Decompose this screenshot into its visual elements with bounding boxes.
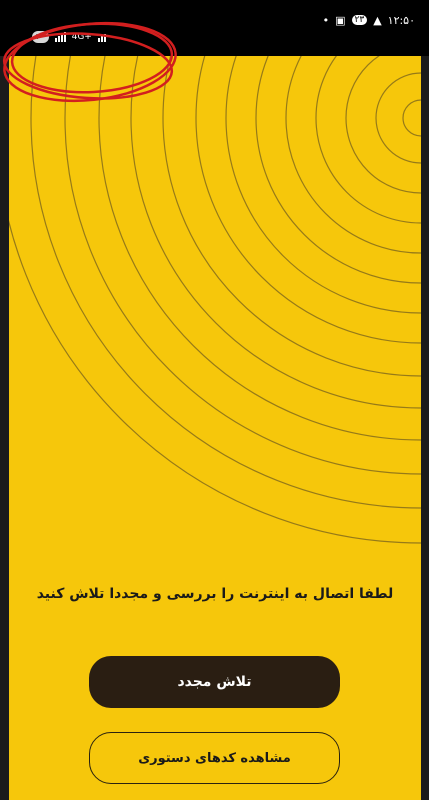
ripple-ring <box>345 56 421 194</box>
ripple-ring <box>315 56 421 224</box>
ripple-ring <box>9 219 421 544</box>
notification-badge: ۲۳ <box>351 15 368 25</box>
signal-icon <box>54 32 66 42</box>
battery-percent: ۲۰ <box>36 32 45 41</box>
status-left-icons: ۲۰ 4G+ <box>32 29 106 45</box>
ripple-ring <box>402 99 421 137</box>
clock: ۱۲:۵۰ <box>387 13 415 27</box>
status-bar: ۲۰ 4G+ • ▣ ۲۳ ▲ ۱۲:۵۰ <box>0 0 429 56</box>
ripple-ring <box>225 56 421 314</box>
ripple-ring <box>375 72 421 164</box>
view-ussd-codes-button[interactable]: مشاهده کدهای دستوری <box>89 732 340 784</box>
battery-indicator: ۲۰ <box>32 31 49 43</box>
retry-button-label: تلاش مجدد <box>177 674 252 690</box>
signal-icon-2 <box>97 32 106 42</box>
retry-button[interactable]: تلاش مجدد <box>89 656 340 708</box>
ripple-ring <box>195 56 421 344</box>
screenshot-icon: ▣ <box>335 13 346 27</box>
network-type: 4G+ <box>71 32 92 42</box>
ripple-ring <box>255 56 421 284</box>
app-screen: لطفا اتصال به اینترنت را بررسی و مجددا ت… <box>9 56 421 800</box>
connection-error-message: لطفا اتصال به اینترنت را بررسی و مجددا ت… <box>36 586 394 602</box>
warning-icon: ▲ <box>373 13 382 27</box>
view-ussd-codes-label: مشاهده کدهای دستوری <box>138 750 291 766</box>
dot-icon: • <box>322 13 330 27</box>
status-right-icons: • ▣ ۲۳ ▲ ۱۲:۵۰ <box>323 10 415 30</box>
ripple-ring <box>64 56 421 475</box>
ripple-ring <box>98 56 421 441</box>
